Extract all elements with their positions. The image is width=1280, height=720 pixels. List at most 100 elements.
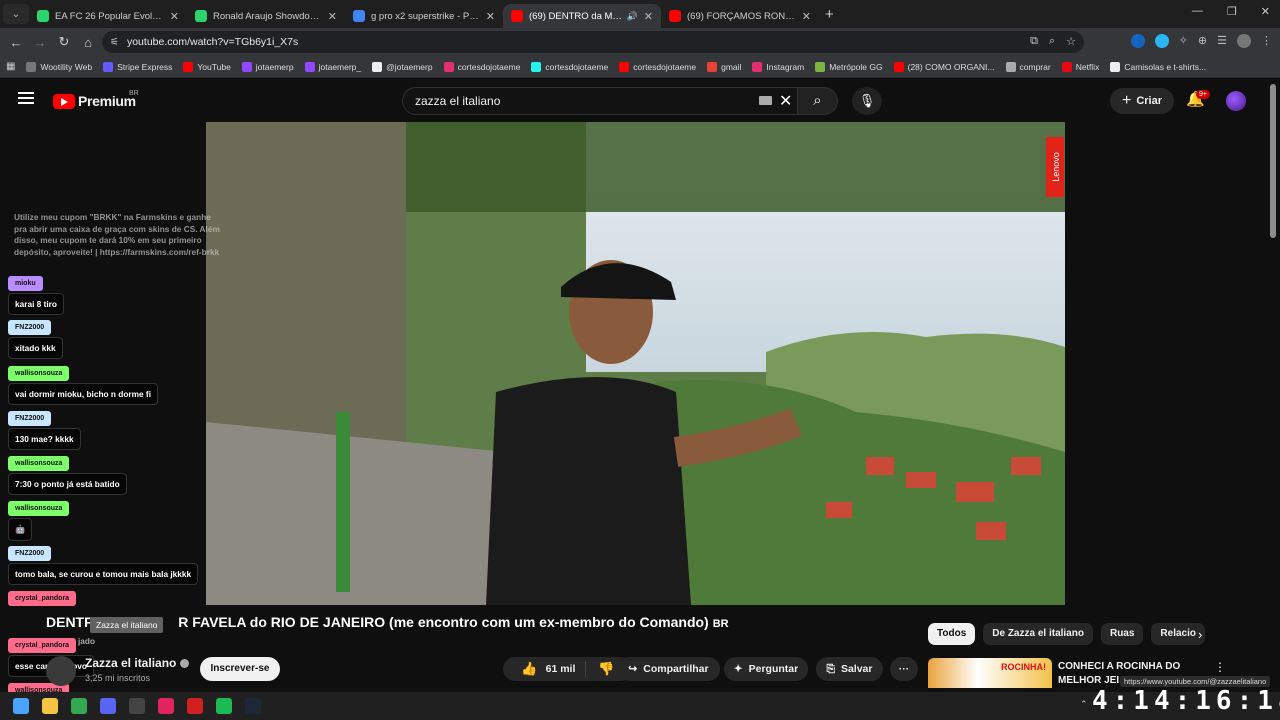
tab-groups-icon[interactable]: ⊕	[1198, 34, 1207, 48]
apps-grid-icon[interactable]: ▦	[6, 61, 15, 72]
youtube-premium-logo[interactable]: Premium BR	[53, 90, 139, 109]
reload-button[interactable]: ↻	[52, 34, 76, 50]
chat-username: mioku	[8, 276, 43, 291]
tab-close-icon[interactable]: ✕	[170, 10, 179, 23]
bookmark-item[interactable]: Camisolas e t-shirts...	[1110, 61, 1206, 72]
guide-menu-icon[interactable]	[18, 92, 34, 104]
browser-tab[interactable]: Ronald Araujo Showdown EA FC ✕	[187, 4, 345, 28]
create-button[interactable]: + Criar	[1110, 88, 1174, 114]
reading-list-icon[interactable]: ☰	[1217, 34, 1227, 48]
omnibox[interactable]: ⚟ youtube.com/watch?v=TGb6y1i_X7s ⧉ ⌕ ☆	[102, 31, 1084, 53]
discord-icon[interactable]	[100, 698, 116, 714]
forward-button[interactable]: →	[28, 35, 52, 50]
bookmark-label: gmail	[721, 61, 742, 72]
bookmark-item[interactable]: jotaemerp_	[304, 61, 361, 72]
browser-tab[interactable]: EA FC 26 Popular Evolution Play ✕	[29, 4, 187, 28]
channel-name-link[interactable]: Zazza el italiano	[85, 656, 190, 670]
filter-chip[interactable]: Ruas	[1100, 623, 1144, 645]
channel-name-text[interactable]: Zazza el italiano	[85, 656, 176, 670]
minimize-button[interactable]: —	[1192, 5, 1203, 18]
bookmark-favicon-icon	[1061, 61, 1072, 72]
site-info-icon[interactable]: ⚟	[110, 37, 119, 48]
browser-tab[interactable]: g pro x2 superstrike - Pesquisa ✕	[345, 4, 503, 28]
file-explorer-icon[interactable]	[42, 698, 58, 714]
steam-icon[interactable]	[245, 698, 261, 714]
extension-icon[interactable]	[1154, 34, 1169, 48]
tab-close-icon[interactable]: ✕	[328, 10, 337, 23]
profile-avatar[interactable]	[1237, 34, 1251, 48]
clear-search-icon[interactable]: ✕	[779, 91, 792, 111]
tab-close-icon[interactable]: ✕	[486, 10, 495, 23]
tab-audio-icon[interactable]: 🔊	[627, 11, 638, 22]
restore-button[interactable]: ❐	[1227, 5, 1237, 18]
bookmark-item[interactable]: Instagram	[752, 61, 805, 72]
bookmark-item[interactable]: gmail	[707, 61, 742, 72]
bookmark-item[interactable]: Netflix	[1061, 61, 1099, 72]
back-button[interactable]: ←	[4, 35, 28, 50]
app-red2-icon[interactable]	[187, 698, 203, 714]
url-text[interactable]: youtube.com/watch?v=TGb6y1i_X7s	[127, 36, 298, 48]
save-button[interactable]: ⎘ Salvar	[816, 657, 883, 681]
bookmark-item[interactable]: cortesdojotaeme	[619, 61, 696, 72]
start-icon[interactable]	[13, 698, 29, 714]
browser-tab[interactable]: (69) DENTRO da MAIOR FA🔊 ✕	[503, 4, 661, 28]
filter-chip[interactable]: De Zazza el italiano	[983, 623, 1093, 645]
more-actions-button[interactable]: ···	[890, 657, 918, 681]
spotify-icon[interactable]	[216, 698, 232, 714]
bookmark-item[interactable]: Metrópole GG	[815, 61, 883, 72]
search-input[interactable]: zazza el italiano ✕	[402, 87, 798, 115]
bookmark-item[interactable]: Wootility Web	[26, 61, 92, 72]
browser-tab-bar: ⌄ EA FC 26 Popular Evolution Play✕Ronald…	[0, 0, 1280, 28]
tab-search-button[interactable]: ⌄	[3, 4, 29, 24]
bookmark-item[interactable]: cortesdojotaeme	[443, 61, 520, 72]
tab-title: (69) DENTRO da MAIOR FA	[529, 10, 624, 22]
subscribe-button[interactable]: Inscrever-se	[200, 657, 280, 681]
voice-search-mic-icon[interactable]: 🎙	[852, 87, 882, 115]
home-button[interactable]: ⌂	[76, 35, 100, 50]
tab-close-icon[interactable]: ✕	[802, 10, 811, 23]
bookmark-item[interactable]: @jotaemerp	[372, 61, 433, 72]
video-player[interactable]: Lenovo	[206, 122, 1065, 605]
chips-next-chevron-icon[interactable]: ›	[1198, 627, 1202, 642]
bookmark-item[interactable]: jotaemerp	[241, 61, 294, 72]
install-app-icon[interactable]: ⧉	[1030, 35, 1038, 48]
recommended-menu-icon[interactable]: ⋮	[1214, 660, 1226, 674]
bookmark-star-icon[interactable]: ☆	[1066, 35, 1076, 48]
close-window-button[interactable]: ✕	[1261, 5, 1270, 18]
like-dislike-group: 👍 61 mil 👎	[503, 657, 633, 681]
search-button[interactable]: ⌕	[798, 87, 838, 115]
keyboard-icon[interactable]	[759, 96, 772, 105]
ask-button[interactable]: ✦ Perguntar	[724, 657, 808, 681]
bookmark-item[interactable]: comprar	[1005, 61, 1051, 72]
share-icon: ↪	[628, 663, 638, 675]
new-tab-button[interactable]: +	[825, 6, 834, 23]
page-scrollbar-thumb[interactable]	[1270, 84, 1276, 238]
address-bar-row: ← → ↻ ⌂ ⚟ youtube.com/watch?v=TGb6y1i_X7…	[0, 28, 1280, 56]
bookmark-label: Instagram	[766, 61, 805, 72]
extensions-puzzle-icon[interactable]: ✧	[1179, 34, 1188, 48]
tab-title: g pro x2 superstrike - Pesquisa	[371, 10, 480, 22]
bookmark-item[interactable]: (28) COMO ORGANI...	[893, 61, 995, 72]
extension-icon[interactable]	[1130, 34, 1145, 48]
recommended-video-thumbnail[interactable]: ROCINHA!	[928, 658, 1052, 688]
like-button[interactable]: 👍 61 mil	[521, 661, 587, 677]
filter-chip[interactable]: Todos	[928, 623, 976, 645]
dislike-button[interactable]: 👎	[586, 661, 614, 677]
bookmark-item[interactable]: Stripe Express	[103, 61, 172, 72]
browser-tab[interactable]: (69) FORÇAMOS RONALDINHO ✕	[661, 4, 819, 28]
browser-menu-icon[interactable]: ⋮	[1261, 34, 1272, 48]
taskbar-icons	[0, 698, 261, 714]
channel-avatar[interactable]	[46, 656, 76, 686]
obs-icon[interactable]	[129, 698, 145, 714]
tab-close-icon[interactable]: ✕	[644, 10, 653, 23]
search-query-text[interactable]: zazza el italiano	[415, 94, 500, 108]
account-avatar[interactable]	[1226, 91, 1246, 111]
zoom-icon[interactable]: ⌕	[1049, 35, 1055, 48]
chrome-icon[interactable]	[71, 698, 87, 714]
tray-chevron-icon[interactable]: ⌃	[1080, 699, 1088, 710]
share-button[interactable]: ↪ Compartilhar	[617, 657, 720, 681]
bookmark-item[interactable]: cortesdojotaeme	[531, 61, 608, 72]
app-red-icon[interactable]	[158, 698, 174, 714]
bookmark-item[interactable]: YouTube	[183, 61, 231, 72]
filter-chip[interactable]: Relacio	[1151, 623, 1205, 645]
